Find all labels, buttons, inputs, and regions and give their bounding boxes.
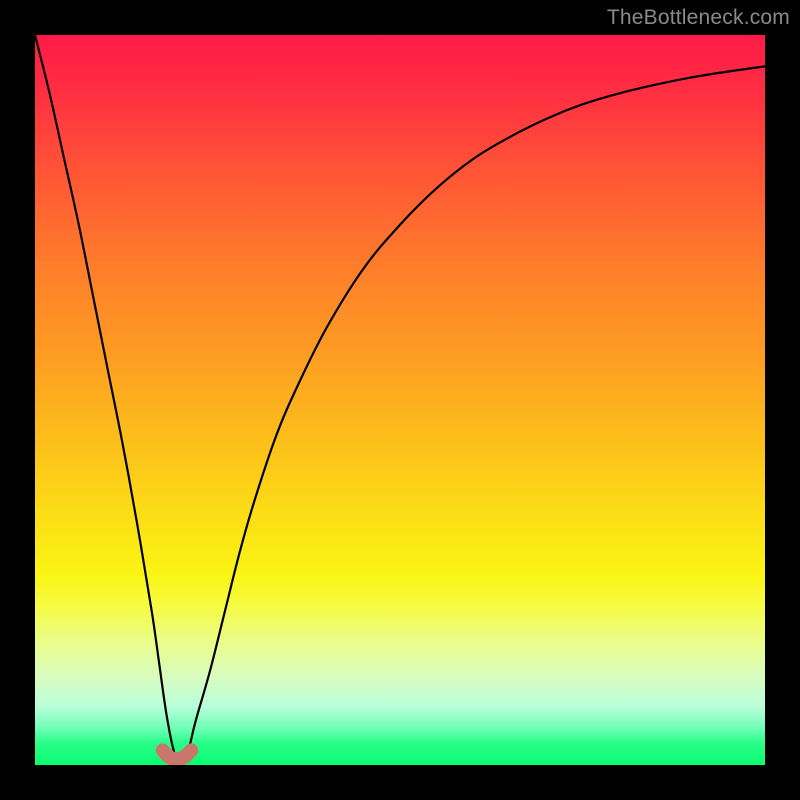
plot-area: [35, 35, 765, 765]
valley-nub-markers: [35, 35, 765, 765]
root-frame: TheBottleneck.com: [0, 0, 800, 800]
watermark-label: TheBottleneck.com: [607, 6, 790, 30]
